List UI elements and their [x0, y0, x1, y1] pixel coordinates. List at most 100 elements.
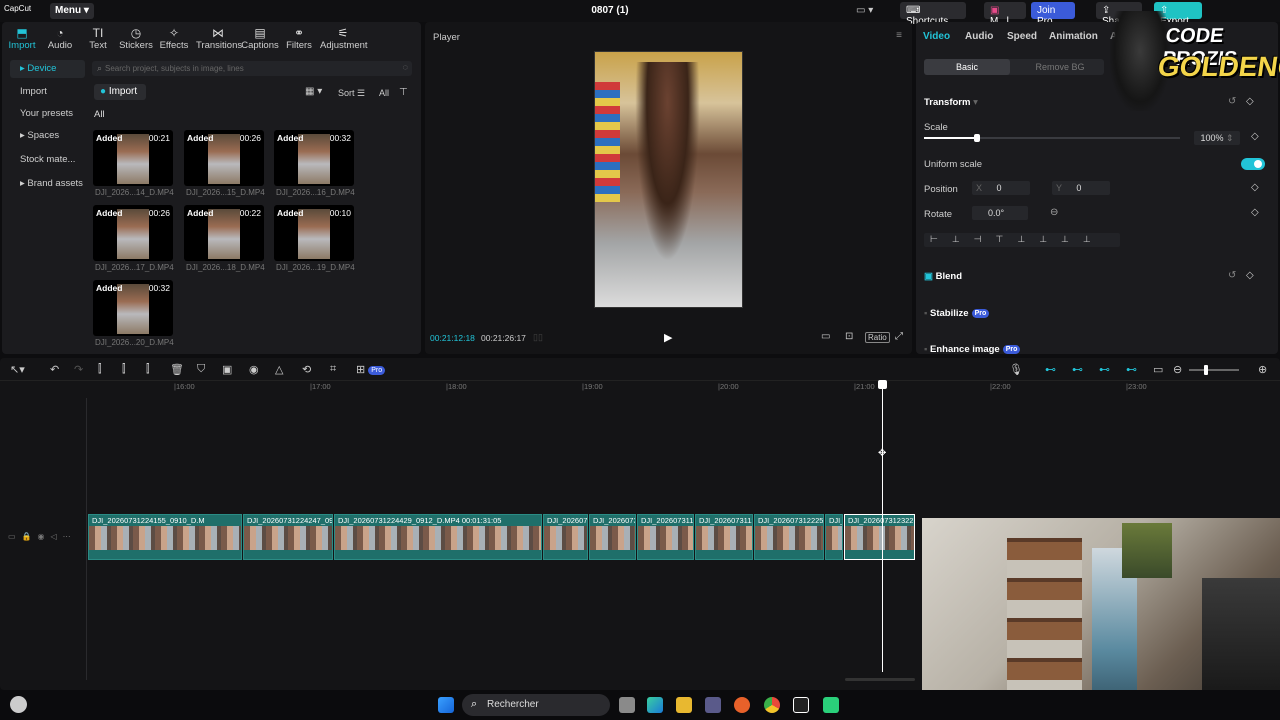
snap-icon[interactable]: ⊷ — [1099, 363, 1110, 376]
tool-text[interactable]: TI Text — [78, 26, 118, 51]
media-item[interactable]: Added 00:26 — [184, 130, 264, 186]
magnet-icon[interactable]: ⊷ — [1072, 363, 1083, 376]
stabilize-heading[interactable]: ▪ Stabilize Pro — [924, 308, 990, 319]
reverse-icon[interactable]: ◉ — [249, 363, 259, 376]
sidebar-item-stock[interactable]: Stock mate... — [10, 151, 85, 169]
tool-transitions[interactable]: ⋈ Transitions — [196, 26, 242, 51]
menu-button[interactable]: Menu ▾ — [50, 3, 94, 19]
sidebar-item-brand-assets[interactable]: ▸ Brand assets — [10, 175, 85, 193]
filter-icon[interactable]: ⊤ — [399, 87, 408, 98]
menu-icon[interactable]: ≡ — [896, 30, 902, 41]
waveform-icon[interactable]: ▭ — [821, 331, 830, 342]
scale-slider-handle[interactable] — [974, 134, 980, 142]
split-right-icon[interactable]: ⫿ — [146, 363, 150, 376]
split-icon[interactable]: ⫿ — [98, 363, 102, 376]
select-tool-icon[interactable]: ↖▾ — [10, 363, 25, 376]
tool-import[interactable]: ⬒ Import — [2, 26, 42, 51]
join-pro-button[interactable]: Join Pro — [1031, 2, 1075, 27]
tool-captions[interactable]: ▤ Captions — [240, 26, 280, 51]
crop-icon[interactable]: ⌗ — [330, 363, 336, 376]
preview-axis-icon[interactable]: ⊷ — [1126, 363, 1137, 376]
weather-icon[interactable] — [10, 696, 27, 713]
tool-adjustment[interactable]: ⚟ Adjustment — [320, 26, 368, 51]
split-left-icon[interactable]: ⫿ — [122, 363, 126, 376]
sidebar-item-presets[interactable]: Your presets — [10, 105, 85, 123]
tool-stickers[interactable]: ◷ Stickers — [116, 26, 156, 51]
playhead-handle[interactable] — [878, 380, 887, 389]
timeline-clip[interactable]: DJI_2026073 — [589, 514, 636, 560]
timeline-clip[interactable]: DJI_20260731222570 — [754, 514, 824, 560]
app-icon[interactable] — [823, 697, 839, 713]
video-preview[interactable] — [594, 51, 743, 308]
keyframe-icon[interactable]: ◇ — [1251, 131, 1259, 142]
zoom-out-icon[interactable]: ⊖ — [1173, 363, 1182, 376]
uniform-scale-toggle[interactable] — [1241, 158, 1265, 170]
layout-icon[interactable]: ▭ ▾ — [856, 5, 873, 16]
capcut-icon[interactable] — [793, 697, 809, 713]
media-item[interactable]: Added 00:26 — [93, 205, 173, 261]
ratio-button[interactable]: Ratio — [865, 332, 890, 343]
tab-audio[interactable]: Audio — [965, 31, 993, 42]
import-button[interactable]: ● Import — [94, 84, 146, 100]
media-item[interactable]: Added 00:22 — [184, 205, 264, 261]
redo-icon[interactable]: ↷ — [74, 363, 83, 376]
windows-start-icon[interactable] — [438, 697, 454, 713]
timeline-clip[interactable]: DJI_2026073 — [543, 514, 588, 560]
position-y-input[interactable]: Y 0 — [1052, 181, 1110, 195]
link-icon[interactable]: ⊷ — [1045, 363, 1056, 376]
task-view-icon[interactable] — [619, 697, 635, 713]
zoom-slider-handle[interactable] — [1204, 365, 1208, 375]
user-button[interactable]: ▣ M...l — [984, 2, 1026, 27]
tool-audio[interactable]: ◔ Audio — [40, 26, 80, 51]
scale-slider[interactable] — [924, 134, 1180, 142]
sidebar-item-device[interactable]: ▸ Device — [10, 60, 85, 78]
keyframe-icon[interactable]: ◇ — [1251, 207, 1259, 218]
undo-icon[interactable]: ↶ — [50, 363, 59, 376]
filter-all-button[interactable]: All — [379, 88, 389, 98]
focus-icon[interactable]: ⊡ — [845, 331, 853, 342]
enhance-heading[interactable]: ▪ Enhance image Pro — [924, 344, 1021, 355]
ai-tool-icon[interactable]: ⊞ Pro — [356, 363, 386, 376]
tool-effects[interactable]: ✧ Effects — [154, 26, 194, 51]
file-explorer-icon[interactable] — [676, 697, 692, 713]
media-item[interactable]: Added 00:10 — [274, 205, 354, 261]
align-toolbar[interactable]: ⊢⊥⊣⊤⊥⊥⊥⊥ — [924, 233, 1120, 247]
timeline-clip[interactable]: DJI_20260731224429_0912_D.MP4 00:01:31:0… — [334, 514, 542, 560]
zoom-fit-icon[interactable]: ⊕ — [1258, 363, 1267, 376]
sidebar-item-import[interactable]: Import — [10, 83, 85, 101]
playhead[interactable] — [882, 382, 883, 672]
media-item[interactable]: Added 00:21 — [93, 130, 173, 186]
search-box[interactable]: ⌕ Search project, subjects in image, lin… — [92, 61, 412, 76]
timeline-clip[interactable]: DJI_20260731122 — [695, 514, 753, 560]
firefox-icon[interactable] — [734, 697, 750, 713]
freeze-icon[interactable]: ▣ — [222, 363, 232, 376]
mirror-icon[interactable]: △ — [275, 363, 283, 376]
microphone-icon[interactable]: 🎙 — [1009, 363, 1023, 376]
chrome-icon[interactable] — [764, 697, 780, 713]
track-controls[interactable]: ▭🔒◉◁⋯ — [8, 532, 77, 541]
zoom-slider[interactable] — [1189, 365, 1239, 375]
rotate-input[interactable]: 0.0° — [972, 206, 1028, 220]
rotate-dial-icon[interactable]: ⊖ — [1050, 207, 1058, 218]
taskbar-search[interactable]: ⌕ Rechercher — [462, 694, 610, 716]
keyframe-icon[interactable]: ◇ — [1251, 182, 1259, 193]
tab-video[interactable]: Video — [923, 31, 950, 42]
timeline-clip[interactable]: DJI_20260731224155_0910_D.M — [88, 514, 242, 560]
timeline-clip[interactable]: DJI_ — [825, 514, 843, 560]
media-item[interactable]: Added 00:32 — [93, 280, 173, 336]
timeline-clip[interactable]: DJI_20260731122 — [637, 514, 694, 560]
blend-heading[interactable]: ▣ Blend — [924, 271, 962, 282]
tab-speed[interactable]: Speed — [1007, 31, 1037, 42]
sidebar-item-spaces[interactable]: ▸ Spaces — [10, 127, 85, 145]
tab-animation[interactable]: Animation — [1049, 31, 1098, 42]
tool-filters[interactable]: ⚭ Filters — [279, 26, 319, 51]
fullscreen-icon[interactable]: ⤢ — [895, 331, 903, 342]
scan-icon[interactable]: ◌ — [403, 62, 408, 72]
position-x-input[interactable]: X 0 — [972, 181, 1030, 195]
keyframe-icon[interactable]: ◇ — [1246, 270, 1254, 281]
sort-button[interactable]: Sort ☰ — [338, 88, 365, 99]
delete-icon[interactable]: 🗑 — [170, 363, 184, 376]
timeline-scrollbar[interactable] — [845, 678, 915, 681]
store-icon[interactable] — [705, 697, 721, 713]
subtab-basic[interactable]: Basic — [924, 59, 1010, 75]
